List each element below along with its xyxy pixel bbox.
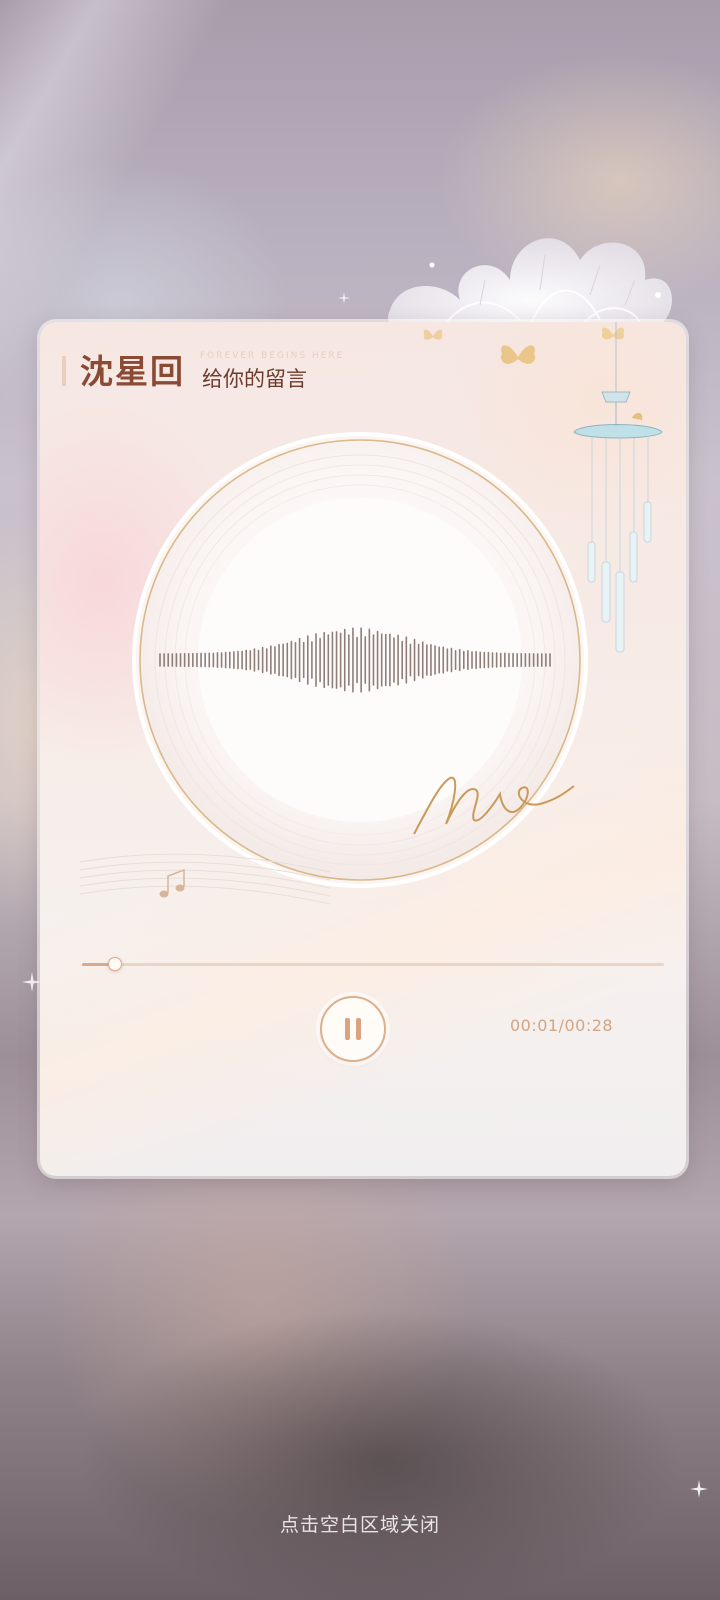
signature-mark xyxy=(413,776,575,835)
playback-scrubber-handle[interactable] xyxy=(107,957,122,971)
sparkle-icon xyxy=(338,292,350,304)
title-accent-bar xyxy=(62,356,66,386)
music-staff-decoration xyxy=(80,853,330,905)
sparkle-icon xyxy=(690,1480,708,1498)
butterfly-icon xyxy=(500,345,536,364)
butterfly-icon xyxy=(423,329,443,340)
pause-button[interactable] xyxy=(320,996,386,1062)
title-english-tagline: FOREVER BEGINS HERE xyxy=(200,351,345,361)
playback-progress-bar[interactable] xyxy=(82,957,664,971)
pause-icon xyxy=(345,1018,361,1040)
sender-name: 沈星回 xyxy=(80,352,185,391)
message-subtitle: 给你的留言 xyxy=(202,367,307,391)
voice-message-card[interactable]: 沈星回 FOREVER BEGINS HERE 给你的留言 00:01/00:2… xyxy=(40,322,686,1176)
music-note-icon xyxy=(159,868,185,898)
close-hint-text[interactable]: 点击空白区域关闭 xyxy=(0,1512,720,1538)
butterfly-icon xyxy=(601,327,625,340)
sparkle-icon xyxy=(22,972,42,992)
playback-time: 00:01/00:28 xyxy=(510,1016,614,1035)
